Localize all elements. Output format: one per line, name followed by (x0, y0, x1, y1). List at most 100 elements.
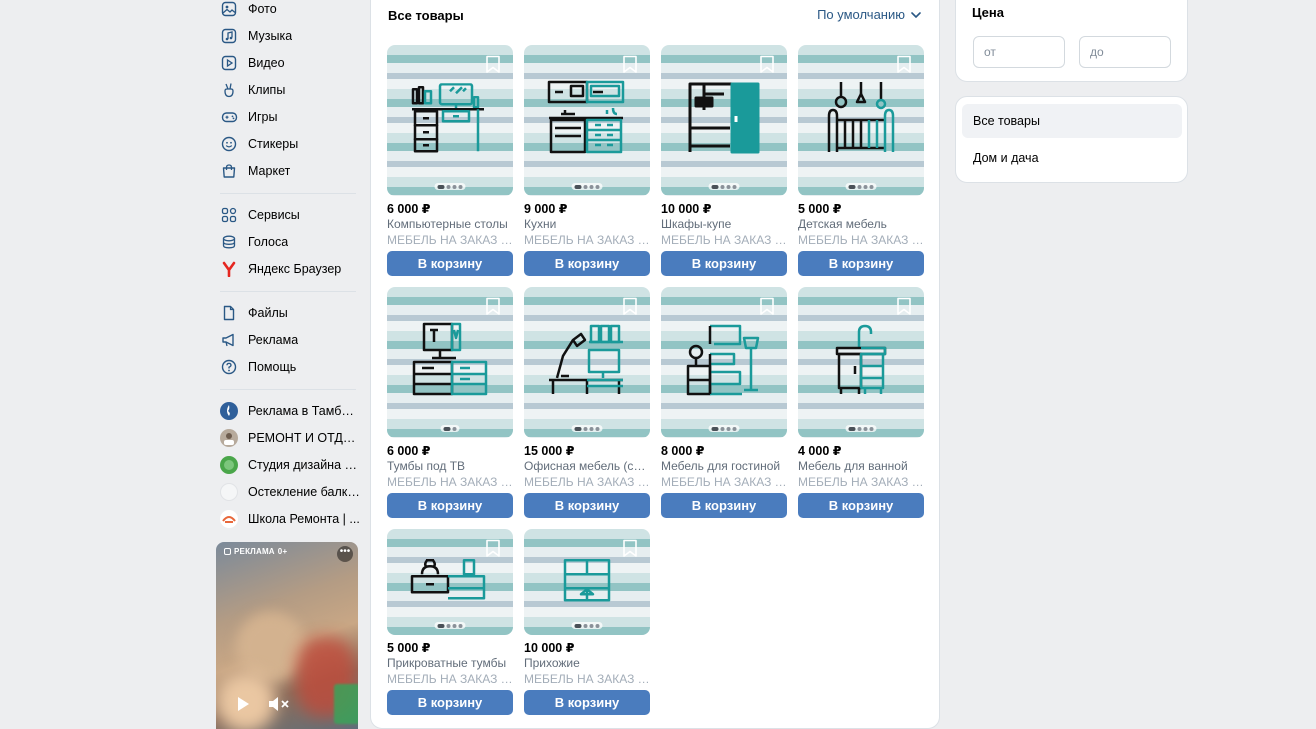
group-link[interactable]: Остекление балконов (220, 481, 360, 503)
product-card[interactable]: 4 000 ₽ Мебель для ванной МЕБЕЛЬ НА ЗАКА… (798, 287, 924, 518)
product-shop[interactable]: МЕБЕЛЬ НА ЗАКАЗ — ТАМБОВ (661, 474, 787, 490)
add-to-cart-button[interactable]: В корзину (524, 690, 650, 715)
price-from-input[interactable] (973, 36, 1065, 68)
bookmark-icon[interactable] (759, 55, 775, 74)
play-icon[interactable] (236, 696, 250, 715)
nav-item-photo[interactable]: Фото (220, 0, 360, 20)
product-card[interactable]: 10 000 ₽ Шкафы-купе МЕБЕЛЬ НА ЗАКАЗ — ТА… (661, 45, 787, 276)
product-card[interactable]: 6 000 ₽ Компьютерные столы МЕБЕЛЬ НА ЗАК… (387, 45, 513, 276)
sort-dropdown[interactable]: По умолчанию (817, 7, 921, 22)
product-card[interactable]: 5 000 ₽ Детская мебель МЕБЕЛЬ НА ЗАКАЗ —… (798, 45, 924, 276)
product-name[interactable]: Офисная мебель (столы) (524, 458, 650, 474)
product-price: 6 000 ₽ (387, 202, 431, 216)
add-to-cart-button[interactable]: В корзину (798, 251, 924, 276)
nav-item-yandex-browser[interactable]: Яндекс Браузер (220, 258, 360, 280)
product-name[interactable]: Шкафы-купе (661, 216, 787, 232)
product-name[interactable]: Мебель для ванной (798, 458, 924, 474)
product-card[interactable]: 8 000 ₽ Мебель для гостиной МЕБЕЛЬ НА ЗА… (661, 287, 787, 518)
group-avatar (220, 456, 238, 474)
nav-item-clips[interactable]: Клипы (220, 79, 360, 101)
nav-item-stickers[interactable]: Стикеры (220, 133, 360, 155)
image-pager (434, 622, 466, 629)
product-name[interactable]: Кухни (524, 216, 650, 232)
ad-blur-decoration (334, 684, 358, 724)
nav-item-market[interactable]: Маркет (220, 160, 360, 182)
nav-item-music[interactable]: Музыка (220, 25, 360, 47)
add-to-cart-button[interactable]: В корзину (661, 493, 787, 518)
product-shop[interactable]: МЕБЕЛЬ НА ЗАКАЗ — ТАМБОВ (387, 232, 513, 248)
product-card[interactable]: 6 000 ₽ Тумбы под ТВ МЕБЕЛЬ НА ЗАКАЗ — Т… (387, 287, 513, 518)
group-link[interactable]: Реклама в Тамбове (220, 400, 360, 422)
product-card[interactable]: 9 000 ₽ Кухни МЕБЕЛЬ НА ЗАКАЗ — ТАМБОВ В… (524, 45, 650, 276)
group-link[interactable]: Школа Ремонта | ... (220, 508, 360, 530)
product-name[interactable]: Мебель для гостиной (661, 458, 787, 474)
product-shop[interactable]: МЕБЕЛЬ НА ЗАКАЗ — ТАМБОВ (661, 232, 787, 248)
product-name[interactable]: Детская мебель (798, 216, 924, 232)
nav-item-votes[interactable]: Голоса (220, 231, 360, 253)
group-link[interactable]: Студия дизайна интерьера (220, 454, 360, 476)
product-name[interactable]: Компьютерные столы (387, 216, 513, 232)
mute-icon[interactable] (268, 696, 292, 715)
bookmark-icon[interactable] (622, 55, 638, 74)
bookmark-icon[interactable] (622, 539, 638, 558)
product-image[interactable] (661, 45, 787, 196)
product-shop[interactable]: МЕБЕЛЬ НА ЗАКАЗ — ТАМБОВ (798, 474, 924, 490)
more-icon[interactable]: ••• (337, 546, 353, 562)
bookmark-icon[interactable] (759, 297, 775, 316)
nav-item-video[interactable]: Видео (220, 52, 360, 74)
product-price: 5 000 ₽ (387, 641, 431, 655)
product-image[interactable] (387, 45, 513, 196)
product-card[interactable]: 15 000 ₽ Офисная мебель (столы) МЕБЕЛЬ Н… (524, 287, 650, 518)
ad-card[interactable]: РЕКЛАМА 0+ ••• (216, 542, 358, 729)
product-shop[interactable]: МЕБЕЛЬ НА ЗАКАЗ — ТАМБОВ (524, 232, 650, 248)
nav-item-label: Файлы (248, 306, 288, 320)
product-image[interactable] (524, 287, 650, 438)
add-to-cart-button[interactable]: В корзину (387, 690, 513, 715)
product-shop[interactable]: МЕБЕЛЬ НА ЗАКАЗ — ТАМБОВ (387, 474, 513, 490)
product-image[interactable] (661, 287, 787, 438)
add-to-cart-button[interactable]: В корзину (387, 493, 513, 518)
price-to-input[interactable] (1079, 36, 1171, 68)
add-to-cart-button[interactable]: В корзину (387, 251, 513, 276)
nav-separator (220, 291, 356, 292)
nav-item-label: Яндекс Браузер (248, 262, 342, 276)
bookmark-icon[interactable] (485, 55, 501, 74)
product-name[interactable]: Прихожие (524, 655, 650, 671)
crib-icon (827, 81, 895, 152)
product-shop[interactable]: МЕБЕЛЬ НА ЗАКАЗ — ТАМБОВ (798, 232, 924, 248)
nav-item-ads[interactable]: Реклама (220, 329, 360, 351)
add-to-cart-button[interactable]: В корзину (524, 251, 650, 276)
add-to-cart-button[interactable]: В корзину (661, 251, 787, 276)
bookmark-icon[interactable] (622, 297, 638, 316)
product-shop[interactable]: МЕБЕЛЬ НА ЗАКАЗ — ТАМБОВ (387, 671, 513, 687)
product-image[interactable] (524, 529, 650, 635)
category-home-garden[interactable]: Дом и дача (962, 141, 1182, 175)
product-card[interactable]: 5 000 ₽ Прикроватные тумбы МЕБЕЛЬ НА ЗАК… (387, 529, 513, 715)
group-link[interactable]: РЕМОНТ И ОТДЕЛКА (220, 427, 360, 449)
bookmark-icon[interactable] (896, 55, 912, 74)
nav-item-services[interactable]: Сервисы (220, 204, 360, 226)
product-image[interactable] (387, 529, 513, 635)
nav-item-help[interactable]: Помощь (220, 356, 360, 378)
living-room-icon (686, 324, 760, 395)
add-to-cart-button[interactable]: В корзину (524, 493, 650, 518)
add-to-cart-button[interactable]: В корзину (798, 493, 924, 518)
nav-item-files[interactable]: Файлы (220, 302, 360, 324)
bookmark-icon[interactable] (485, 539, 501, 558)
category-all-products[interactable]: Все товары (962, 104, 1182, 138)
help-icon (220, 358, 238, 376)
bookmark-icon[interactable] (485, 297, 501, 316)
product-image[interactable] (524, 45, 650, 196)
product-shop[interactable]: МЕБЕЛЬ НА ЗАКАЗ — ТАМБОВ (524, 474, 650, 490)
product-image[interactable] (798, 45, 924, 196)
product-image[interactable] (387, 287, 513, 438)
nav-item-games[interactable]: Игры (220, 106, 360, 128)
bookmark-icon[interactable] (896, 297, 912, 316)
product-name[interactable]: Прикроватные тумбы (387, 655, 513, 671)
product-card[interactable]: 10 000 ₽ Прихожие МЕБЕЛЬ НА ЗАКАЗ — ТАМБ… (524, 529, 650, 715)
product-name[interactable]: Тумбы под ТВ (387, 458, 513, 474)
product-price: 4 000 ₽ (798, 444, 842, 458)
product-shop[interactable]: МЕБЕЛЬ НА ЗАКАЗ — ТАМБОВ (524, 671, 650, 687)
product-image[interactable] (798, 287, 924, 438)
nav-item-label: Маркет (248, 164, 291, 178)
